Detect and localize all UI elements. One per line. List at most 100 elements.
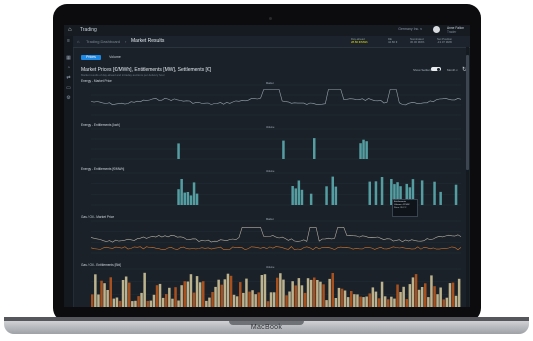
wallet-icon[interactable]: ▭	[66, 86, 71, 91]
settings-icon[interactable]: ⚙	[66, 96, 71, 101]
chart-legend: Volume	[266, 170, 275, 173]
series-bar	[433, 181, 436, 205]
prices-button[interactable]: Prices	[81, 55, 101, 60]
house-logo-icon[interactable]: ⌂	[68, 27, 76, 34]
series-bar	[393, 298, 396, 307]
series-bar	[405, 299, 408, 307]
chart-icon[interactable]: ◔	[66, 66, 71, 71]
series-bar	[439, 287, 442, 307]
series-bar	[100, 280, 103, 307]
series-bar	[439, 191, 442, 205]
series-bar	[189, 195, 193, 205]
series-bar	[220, 284, 223, 307]
chart-title: Energy - Entitlements [kwh]	[81, 123, 120, 127]
series-bar	[442, 299, 445, 307]
series-bar	[245, 278, 248, 307]
series-bar	[192, 182, 196, 205]
series-bar	[374, 181, 378, 205]
range-select[interactable]: Month v	[447, 68, 458, 72]
series-bar	[177, 300, 180, 307]
series-bar	[146, 300, 149, 307]
series-bar	[294, 188, 297, 205]
chart-svg	[90, 220, 462, 254]
series-bar	[180, 179, 183, 205]
series-bar	[362, 139, 365, 159]
series-bar	[291, 186, 294, 205]
series-bar	[365, 141, 368, 159]
series-bar	[140, 292, 143, 307]
series-bar	[257, 292, 260, 307]
series-bar	[313, 138, 316, 159]
camera	[269, 17, 272, 20]
chart-tooltip: Entitlements Volume: 42 MW Price: 31.2 €	[392, 199, 418, 217]
series-bar	[399, 292, 402, 307]
series-bar	[232, 294, 236, 307]
series-bar	[235, 296, 239, 307]
series-bar	[411, 277, 415, 307]
series-bar	[239, 282, 242, 307]
series-bar	[109, 277, 112, 307]
chart-legend: Volume	[266, 126, 275, 129]
chart-panel: Gas / Oil - Market Price Market	[73, 215, 466, 257]
series-bar	[186, 192, 190, 205]
series-bar	[211, 292, 214, 307]
series-bar	[402, 286, 405, 307]
series-bar	[121, 280, 125, 307]
chart-title: Energy - Entitlements [€/MWh]	[81, 167, 125, 171]
series-bar	[158, 283, 162, 307]
breadcrumb-parent[interactable]: Trading Dashboard	[86, 39, 120, 44]
series-bar	[260, 275, 264, 307]
panel-subtitle: Market results of day-ahead and intraday…	[81, 73, 165, 77]
scrollbar-thumb[interactable]	[466, 55, 469, 170]
home-icon[interactable]: ⌂	[77, 39, 79, 44]
series-bar	[195, 276, 199, 307]
series-bar	[325, 186, 328, 205]
series-bar	[303, 292, 307, 307]
series-bar	[445, 297, 449, 307]
avatar[interactable]	[433, 26, 440, 33]
chart-title: Gas / Oil - Market Price	[81, 215, 115, 219]
volume-button[interactable]: Volume	[106, 55, 124, 60]
series-bar	[313, 277, 316, 307]
series-bar	[319, 281, 322, 307]
series-bar	[297, 278, 301, 307]
series-bar	[128, 282, 131, 307]
series-bar	[371, 287, 375, 307]
series-bar	[294, 285, 297, 307]
series-bar	[359, 296, 362, 307]
chart-legend: Market	[266, 82, 274, 85]
series-bar	[186, 281, 190, 307]
series-bar	[448, 283, 452, 307]
series-bar	[288, 291, 291, 307]
menu-icon[interactable]: ≡	[66, 39, 71, 44]
series-bar	[248, 291, 251, 307]
series-bar	[353, 294, 356, 307]
toggle-knob	[437, 67, 440, 71]
user-name[interactable]: Anne Fallon Trader	[447, 26, 464, 34]
trade-icon[interactable]: ⇄	[66, 76, 71, 81]
dashboard-icon[interactable]: ▦	[66, 56, 71, 61]
series-bar	[183, 192, 186, 205]
series-bar	[427, 297, 430, 307]
series-bar	[118, 300, 122, 307]
series-bar	[331, 273, 334, 307]
series-bar	[208, 297, 211, 307]
series-bar	[334, 298, 338, 307]
series-bar	[377, 298, 381, 307]
tooltip-row: Volume: 42 MW	[394, 203, 410, 206]
chart-svg	[91, 268, 461, 307]
series-bar	[112, 298, 116, 307]
series-bar	[420, 287, 424, 307]
series-bar	[285, 295, 288, 307]
series-bar	[282, 279, 285, 307]
company-selector[interactable]: Germany Inc. v	[398, 27, 422, 31]
series-bar	[124, 276, 128, 307]
stat-value: 28.80 €/MWh	[351, 40, 368, 45]
series-bar	[195, 193, 199, 205]
series-bar	[380, 177, 384, 205]
device-brand: MacBook	[250, 324, 283, 331]
series-bar	[97, 294, 100, 307]
series-bar	[383, 296, 387, 307]
series-bar	[137, 296, 140, 307]
series-line	[90, 89, 462, 106]
